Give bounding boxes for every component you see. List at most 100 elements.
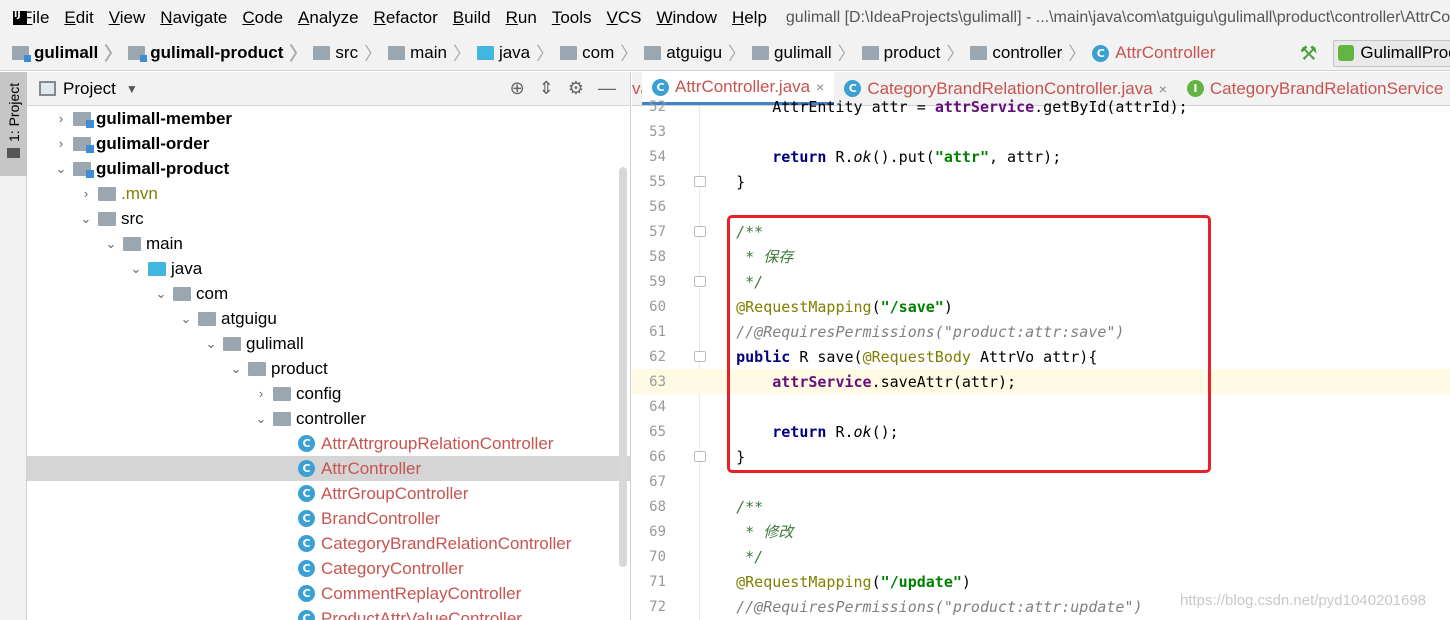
menu-analyze[interactable]: Analyze [298, 8, 358, 28]
locate-icon[interactable]: ⊕ [510, 78, 525, 99]
menu-tools[interactable]: Tools [552, 8, 592, 28]
menu-items: File Edit View Navigate Code Analyze Refactor B… [22, 8, 782, 28]
tree-node[interactable]: C ProductAttrValueController [27, 606, 630, 620]
chevron-down-icon[interactable]: ⌄ [178, 311, 194, 327]
breadcrumb-item[interactable]: C AttrController [1092, 43, 1215, 63]
breadcrumb-item[interactable]: gulimall-product 〉 [128, 40, 313, 66]
chevron-right-icon[interactable]: › [53, 136, 69, 151]
menu-build[interactable]: Build [453, 8, 491, 28]
close-icon[interactable]: × [816, 79, 824, 95]
menu-navigate[interactable]: Navigate [160, 8, 227, 28]
tree-node[interactable]: ⌄ controller [27, 406, 630, 431]
tree-node[interactable]: C AttrGroupController [27, 481, 630, 506]
tree-node[interactable]: › .mvn [27, 181, 630, 206]
chevron-right-icon[interactable]: › [253, 386, 269, 401]
tree-node[interactable]: ⌄ gulimall [27, 331, 630, 356]
module-icon [73, 136, 94, 153]
chevron-down-icon[interactable]: ⌄ [128, 261, 144, 277]
tree-node-label: controller [296, 408, 366, 428]
menu-refactor[interactable]: Refactor [374, 8, 438, 28]
breadcrumb-item[interactable]: com 〉 [560, 40, 644, 66]
folder-icon [98, 211, 116, 226]
project-tool-tab-label: 1: Project [6, 82, 22, 142]
tree-node[interactable]: C CategoryController [27, 556, 630, 581]
code-text: */ [736, 547, 764, 566]
code-line[interactable]: 71 @RequestMapping("/update") [632, 569, 1450, 594]
breadcrumb-item[interactable]: gulimall 〉 [752, 40, 862, 66]
fold-marker-icon[interactable] [694, 451, 706, 462]
menu-edit[interactable]: Edit [64, 8, 93, 28]
code-line[interactable]: 54 return R.ok().put("attr", attr); [632, 144, 1450, 169]
menu-run[interactable]: Run [506, 8, 537, 28]
chevron-down-icon[interactable]: ▼ [126, 82, 138, 96]
module-icon [73, 111, 94, 128]
run-configuration-select[interactable]: GulimallProductApplication [1333, 39, 1450, 67]
code-line[interactable]: 55 } [632, 169, 1450, 194]
line-number: 63 [649, 373, 666, 390]
tree-node[interactable]: C BrandController [27, 506, 630, 531]
tree-node[interactable]: ⌄ product [27, 356, 630, 381]
menu-view[interactable]: View [109, 8, 146, 28]
build-hammer-icon[interactable]: ⚒ [1299, 41, 1317, 66]
menu-help[interactable]: Help [732, 8, 767, 28]
project-tool-tab[interactable]: 1: Project [0, 72, 27, 176]
chevron-down-icon[interactable]: ⌄ [153, 286, 169, 302]
code-line[interactable]: 52 AttrEntity attr = attrService.getById… [632, 94, 1450, 119]
gear-icon[interactable]: ⚙ [568, 78, 584, 99]
line-number: 52 [649, 98, 666, 115]
chevron-right-icon[interactable]: › [53, 111, 69, 126]
tree-node[interactable]: › gulimall-order [27, 131, 630, 156]
project-panel-header: Project ▼ ⊕ ⇕ ⚙ — [27, 72, 630, 106]
tree-node[interactable]: › gulimall-member [27, 106, 630, 131]
breadcrumb-item[interactable]: java 〉 [476, 40, 560, 66]
breadcrumb-item[interactable]: atguigu 〉 [644, 40, 752, 66]
fold-marker-icon[interactable] [694, 276, 706, 287]
folder-icon [248, 361, 266, 376]
breadcrumb-item[interactable]: main 〉 [388, 40, 477, 66]
tree-node[interactable]: ⌄ gulimall-product [27, 156, 630, 181]
fold-marker-icon[interactable] [694, 351, 706, 362]
menu-code[interactable]: Code [242, 8, 283, 28]
class-icon: C [652, 78, 669, 96]
chevron-down-icon[interactable]: ⌄ [228, 361, 244, 377]
tool-window-strip: 1: Project [0, 72, 27, 620]
tree-node[interactable]: C CommentReplayController [27, 581, 630, 606]
breadcrumb-item[interactable]: src 〉 [313, 40, 388, 66]
menu-vcs[interactable]: VCS [607, 8, 642, 28]
tree-node[interactable]: C CategoryBrandRelationController [27, 531, 630, 556]
chevron-down-icon[interactable]: ⌄ [203, 336, 219, 352]
tree-node[interactable]: › config [27, 381, 630, 406]
fold-marker-icon[interactable] [694, 176, 706, 187]
tree-node[interactable]: ⌄ main [27, 231, 630, 256]
breadcrumb-item[interactable]: product 〉 [861, 40, 971, 66]
tree-node[interactable]: ⌄ src [27, 206, 630, 231]
folder-icon [273, 386, 291, 401]
code-line[interactable]: 70 */ [632, 544, 1450, 569]
breadcrumb-item[interactable]: controller 〉 [970, 40, 1092, 66]
folder-icon [173, 286, 191, 301]
menu-window[interactable]: Window [656, 8, 716, 28]
tree-node[interactable]: ⌄ atguigu [27, 306, 630, 331]
collapse-all-icon[interactable]: ⇕ [539, 78, 554, 99]
folder-icon [123, 236, 141, 251]
minimize-icon[interactable]: — [598, 78, 616, 99]
tree-node-label: .mvn [121, 183, 158, 203]
chevron-down-icon[interactable]: ⌄ [253, 411, 269, 427]
code-line[interactable]: 53 [632, 119, 1450, 144]
code-line[interactable]: 68 /** [632, 494, 1450, 519]
project-scrollbar[interactable] [619, 167, 627, 567]
project-panel-title[interactable]: Project [63, 79, 116, 99]
code-text: * 修改 [736, 523, 794, 541]
module-icon [73, 161, 94, 178]
breadcrumb-item[interactable]: gulimall 〉 [12, 40, 128, 66]
fold-marker-icon[interactable] [694, 226, 706, 237]
tree-node[interactable]: C AttrAttrgroupRelationController [27, 431, 630, 456]
code-line[interactable]: 69 * 修改 [632, 519, 1450, 544]
chevron-right-icon[interactable]: › [78, 186, 94, 201]
chevron-down-icon[interactable]: ⌄ [53, 161, 69, 177]
chevron-down-icon[interactable]: ⌄ [103, 236, 119, 252]
tree-node[interactable]: C AttrController [27, 456, 630, 481]
chevron-down-icon[interactable]: ⌄ [78, 211, 94, 227]
tree-node[interactable]: ⌄ java [27, 256, 630, 281]
tree-node[interactable]: ⌄ com [27, 281, 630, 306]
